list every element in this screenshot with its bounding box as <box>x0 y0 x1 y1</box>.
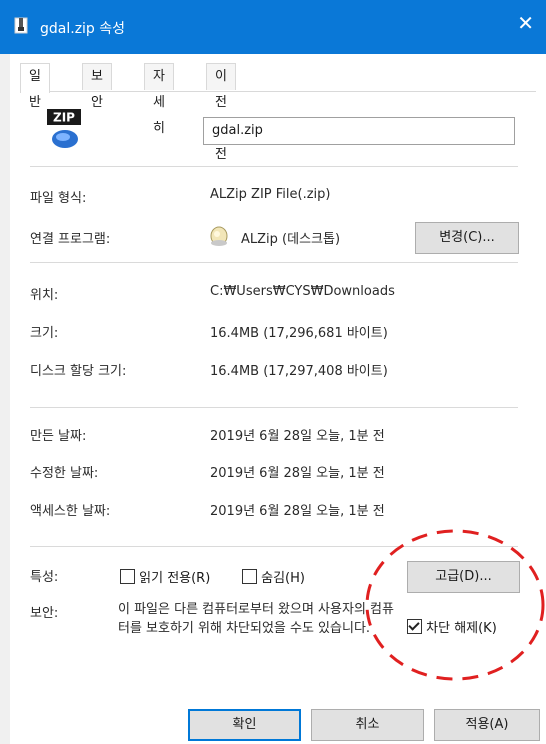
security-label: 보안: <box>30 606 59 621</box>
attributes-label: 특성: <box>30 570 59 585</box>
readonly-checkbox[interactable]: 읽기 전용(R) <box>120 567 210 586</box>
hidden-checkbox-box[interactable] <box>242 569 257 584</box>
zip-archive-icon <box>12 17 30 39</box>
separator <box>30 407 518 408</box>
window-left-edge <box>0 54 10 744</box>
modified-label: 수정한 날짜: <box>30 466 99 481</box>
size-on-disk-label: 디스크 할당 크기: <box>30 364 127 379</box>
location-label: 위치: <box>30 288 59 303</box>
accessed-label: 액세스한 날짜: <box>30 504 111 519</box>
annotation-circle <box>365 529 545 681</box>
file-type-value: ALZip ZIP File(.zip) <box>210 187 331 202</box>
hidden-checkbox[interactable]: 숨김(H) <box>242 567 305 586</box>
file-name-field[interactable]: gdal.zip <box>203 117 515 145</box>
window-title: gdal.zip 속성 <box>40 21 126 37</box>
opens-with-value: ALZip (데스크톱) <box>241 232 341 247</box>
ok-button[interactable]: 확인 <box>188 709 301 741</box>
created-value: 2019년 6월 28일 오늘, 1분 전 <box>210 429 385 444</box>
tab-details[interactable]: 자세히 <box>144 63 174 136</box>
tab-security[interactable]: 보안 <box>82 63 112 110</box>
tab-general[interactable]: 일반 <box>20 63 50 110</box>
separator <box>30 262 518 263</box>
tab-previous-versions[interactable]: 이전 버전 <box>206 63 236 162</box>
created-label: 만든 날짜: <box>30 429 87 444</box>
readonly-checkbox-label: 읽기 전용(R) <box>139 571 211 586</box>
close-icon[interactable]: ✕ <box>517 13 534 33</box>
readonly-checkbox-box[interactable] <box>120 569 135 584</box>
accessed-value: 2019년 6월 28일 오늘, 1분 전 <box>210 504 385 519</box>
modified-value: 2019년 6월 28일 오늘, 1분 전 <box>210 466 385 481</box>
location-value: C:₩Users₩CYS₩Downloads <box>210 284 395 299</box>
zip-icon-text: ZIP <box>53 111 75 125</box>
file-type-label: 파일 형식: <box>30 191 87 206</box>
hidden-checkbox-label: 숨김(H) <box>261 571 305 586</box>
change-program-button[interactable]: 변경(C)... <box>415 222 519 254</box>
separator <box>30 166 518 167</box>
opens-with-label: 연결 프로그램: <box>30 232 111 247</box>
size-label: 크기: <box>30 326 59 341</box>
size-value: 16.4MB (17,296,681 바이트) <box>210 326 388 341</box>
zip-archive-icon: ZIP <box>45 106 85 154</box>
title-bar: gdal.zip 속성 ✕ <box>0 0 546 54</box>
alzip-app-icon <box>208 225 230 251</box>
size-on-disk-value: 16.4MB (17,297,408 바이트) <box>210 364 388 379</box>
apply-button[interactable]: 적용(A) <box>434 709 540 741</box>
cancel-button[interactable]: 취소 <box>311 709 424 741</box>
